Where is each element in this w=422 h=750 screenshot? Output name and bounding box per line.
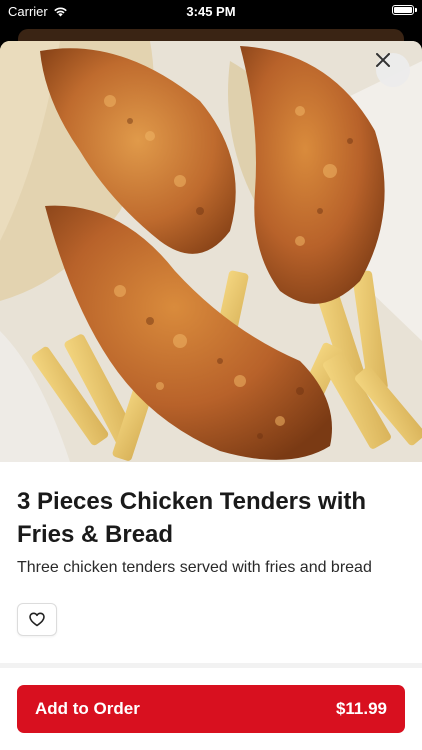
item-photo — [0, 41, 422, 462]
status-bar: Carrier 3:45 PM — [0, 0, 422, 22]
close-button[interactable] — [376, 53, 410, 87]
favorite-button[interactable] — [17, 603, 57, 636]
add-to-order-button[interactable]: Add to Order $11.99 — [17, 685, 405, 733]
close-icon — [376, 53, 390, 67]
item-title: 3 Pieces Chicken Tenders with Fries & Br… — [17, 488, 367, 548]
heart-outline-icon — [29, 612, 45, 627]
item-photo-illustration — [0, 41, 422, 462]
item-details: 3 Pieces Chicken Tenders with Fries & Br… — [17, 485, 409, 579]
battery-icon — [392, 5, 417, 15]
order-price: $11.99 — [335, 699, 387, 718]
item-description: Three chicken tenders served with fries … — [17, 559, 372, 576]
section-divider — [0, 663, 422, 668]
add-to-order-label: Add to Order — [35, 699, 140, 718]
item-detail-sheet: 3 Pieces Chicken Tenders with Fries & Br… — [0, 41, 422, 750]
status-time: 3:45 PM — [186, 4, 236, 19]
